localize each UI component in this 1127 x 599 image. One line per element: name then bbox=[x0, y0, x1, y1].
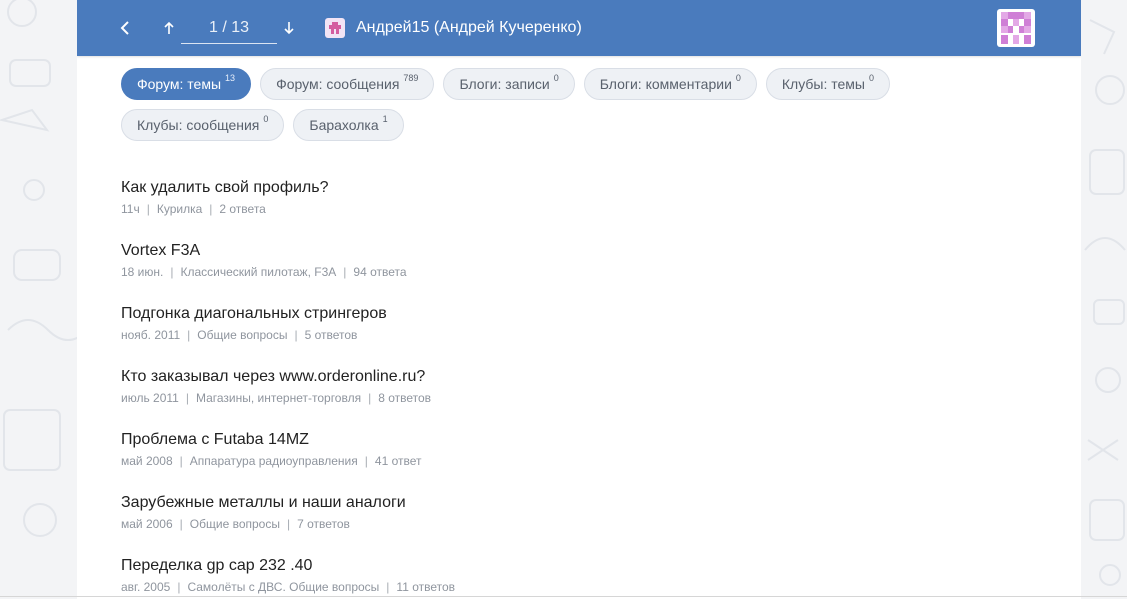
topic-item: Vortex F3A 18 июн. | Классический пилотаж,… bbox=[121, 241, 1021, 304]
topic-date: авг. 2005 bbox=[121, 580, 171, 594]
topic-meta: май 2008 | Аппаратура радиоуправления | 41 о… bbox=[121, 453, 1021, 469]
topic-meta: 18 июн. | Классический пилотаж, F3A | 94 отв… bbox=[121, 264, 1021, 280]
next-page-button[interactable] bbox=[277, 16, 301, 40]
identicon-avatar-icon bbox=[1001, 12, 1031, 44]
tab-blog-entries[interactable]: Блоги: записи 0 bbox=[443, 68, 575, 100]
topic-replies-link[interactable]: 41 ответ bbox=[375, 454, 422, 468]
tab-count: 0 bbox=[263, 114, 269, 124]
topic-replies-link[interactable]: 2 ответа bbox=[219, 202, 265, 216]
topic-title-link[interactable]: Переделка gp cap 232 .40 bbox=[121, 556, 312, 576]
topic-meta: 11ч | Курилка | 2 ответа bbox=[121, 201, 1021, 217]
tab-count: 13 bbox=[225, 73, 236, 83]
tab-label: Клубы: темы bbox=[781, 76, 865, 92]
meta-separator: | bbox=[364, 454, 368, 468]
meta-separator: | bbox=[179, 517, 183, 531]
topic-meta: май 2006 | Общие вопросы | 7 ответов bbox=[121, 516, 1021, 532]
top-bar: 1 / 13 Андрей15 (Андрей Кучеренко) bbox=[77, 0, 1081, 56]
meta-separator: | bbox=[187, 328, 191, 342]
tab-count: 0 bbox=[553, 73, 559, 83]
tab-club-topics[interactable]: Клубы: темы 0 bbox=[765, 68, 890, 100]
topic-section-link[interactable]: Курилка bbox=[157, 202, 202, 216]
prev-page-button[interactable] bbox=[157, 16, 181, 40]
tab-label: Барахолка bbox=[309, 117, 379, 133]
meta-separator: | bbox=[177, 580, 181, 594]
tab-count: 0 bbox=[868, 73, 874, 83]
topic-section-link[interactable]: Общие вопросы bbox=[197, 328, 287, 342]
topic-title-link[interactable]: Vortex F3A bbox=[121, 241, 200, 261]
topic-section-link[interactable]: Классический пилотаж, F3A bbox=[180, 265, 336, 279]
meta-separator: | bbox=[185, 391, 189, 405]
meta-separator: | bbox=[179, 454, 183, 468]
tab-label: Форум: темы bbox=[137, 76, 222, 92]
topic-title-link[interactable]: Подгонка диагональных стрингеров bbox=[121, 304, 387, 324]
topic-replies-link[interactable]: 5 ответов bbox=[305, 328, 358, 342]
meta-separator: | bbox=[343, 265, 347, 279]
topic-replies-link[interactable]: 11 ответов bbox=[396, 580, 455, 594]
topic-item: Кто заказывал через www.orderonline.ru? … bbox=[121, 367, 1021, 430]
meta-separator: | bbox=[294, 328, 298, 342]
tab-count: 0 bbox=[735, 73, 741, 83]
user-info[interactable]: Андрей15 (Андрей Кучеренко) bbox=[325, 18, 582, 38]
meta-separator: | bbox=[146, 202, 150, 216]
topic-item: Подгонка диагональных стрингеров нояб. 2… bbox=[121, 304, 1021, 367]
meta-separator: | bbox=[286, 517, 291, 531]
topic-item: Зарубежные металлы и наши аналоги май 20… bbox=[121, 493, 1021, 556]
topic-meta: июль 2011 | Магазины, интернет-торговля | 8 … bbox=[121, 390, 1021, 406]
arrow-down-icon bbox=[284, 22, 294, 35]
arrow-up-icon bbox=[164, 21, 174, 34]
topic-replies-link[interactable]: 7 ответов bbox=[297, 517, 350, 531]
topic-list: Как удалить свой профиль? 11ч | Курилка | 2 … bbox=[121, 178, 1021, 599]
user-badge-icon bbox=[325, 18, 345, 38]
topic-section-link[interactable]: Аппаратура радиоуправления bbox=[190, 454, 358, 468]
meta-separator: | bbox=[170, 265, 174, 279]
topic-section-link[interactable]: Самолёты с ДВС. Общие вопросы bbox=[187, 580, 379, 594]
content-type-tabs: Форум: темы 13 Форум: сообщения 789 Блоги:… bbox=[121, 68, 1021, 141]
back-button[interactable] bbox=[113, 16, 137, 40]
topic-date: 11ч bbox=[121, 202, 140, 216]
window-bottom-border bbox=[0, 596, 1127, 597]
user-avatar[interactable] bbox=[997, 9, 1035, 47]
topic-title-link[interactable]: Как удалить свой профиль? bbox=[121, 178, 328, 198]
chevron-left-icon bbox=[120, 21, 129, 35]
topic-date: нояб. 2011 bbox=[121, 328, 181, 342]
topic-title-link[interactable]: Кто заказывал через www.orderonline.ru? bbox=[121, 367, 425, 387]
meta-separator: | bbox=[386, 580, 390, 594]
user-name: Андрей15 (Андрей Кучеренко) bbox=[356, 19, 582, 36]
tab-club-posts[interactable]: Клубы: сообщения 0 bbox=[121, 109, 285, 141]
topic-meta: нояб. 2011 | Общие вопросы | 5 ответов bbox=[121, 327, 1021, 343]
tab-label: Клубы: сообщения bbox=[137, 117, 260, 133]
topic-title-link[interactable]: Зарубежные металлы и наши аналоги bbox=[121, 493, 406, 513]
topic-replies-link[interactable]: 8 ответов bbox=[378, 391, 431, 405]
tab-forum-topics[interactable]: Форум: темы 13 bbox=[121, 68, 252, 100]
topic-date: май 2006 bbox=[121, 517, 173, 531]
tab-label: Блоги: комментарии bbox=[599, 76, 732, 92]
page-indicator[interactable]: 1 / 13 bbox=[181, 17, 277, 44]
topic-item: Проблема с Futaba 14MZ май 2008 | Аппарату… bbox=[121, 430, 1021, 493]
content-panel: 1 / 13 Андрей15 (Андрей Кучеренко) Форум… bbox=[77, 0, 1081, 599]
topic-section-link[interactable]: Магазины, интернет-торговля bbox=[196, 391, 361, 405]
topic-meta: авг. 2005 | Самолёты с ДВС. Общие вопросы |… bbox=[121, 579, 1021, 595]
meta-separator: | bbox=[368, 391, 372, 405]
tab-blog-comments[interactable]: Блоги: комментарии 0 bbox=[583, 68, 757, 100]
tab-count: 1 bbox=[382, 114, 388, 124]
meta-separator: | bbox=[209, 202, 213, 216]
topic-item: Переделка gp cap 232 .40 авг. 2005 | Самол… bbox=[121, 556, 1021, 599]
topic-date: 18 июн. bbox=[121, 265, 164, 279]
tab-label: Форум: сообщения bbox=[276, 76, 400, 92]
tab-count: 789 bbox=[403, 73, 419, 83]
tab-label: Блоги: записи bbox=[459, 76, 550, 92]
tab-forum-posts[interactable]: Форум: сообщения 789 bbox=[260, 68, 435, 100]
topic-date: июль 2011 bbox=[121, 391, 179, 405]
topic-replies-link[interactable]: 94 ответа bbox=[353, 265, 406, 279]
topic-date: май 2008 bbox=[121, 454, 173, 468]
topic-section-link[interactable]: Общие вопросы bbox=[190, 517, 280, 531]
topic-item: Как удалить свой профиль? 11ч | Курилка | 2 … bbox=[121, 178, 1021, 241]
tab-marketplace[interactable]: Барахолка 1 bbox=[293, 109, 404, 141]
topic-title-link[interactable]: Проблема с Futaba 14MZ bbox=[121, 430, 309, 450]
